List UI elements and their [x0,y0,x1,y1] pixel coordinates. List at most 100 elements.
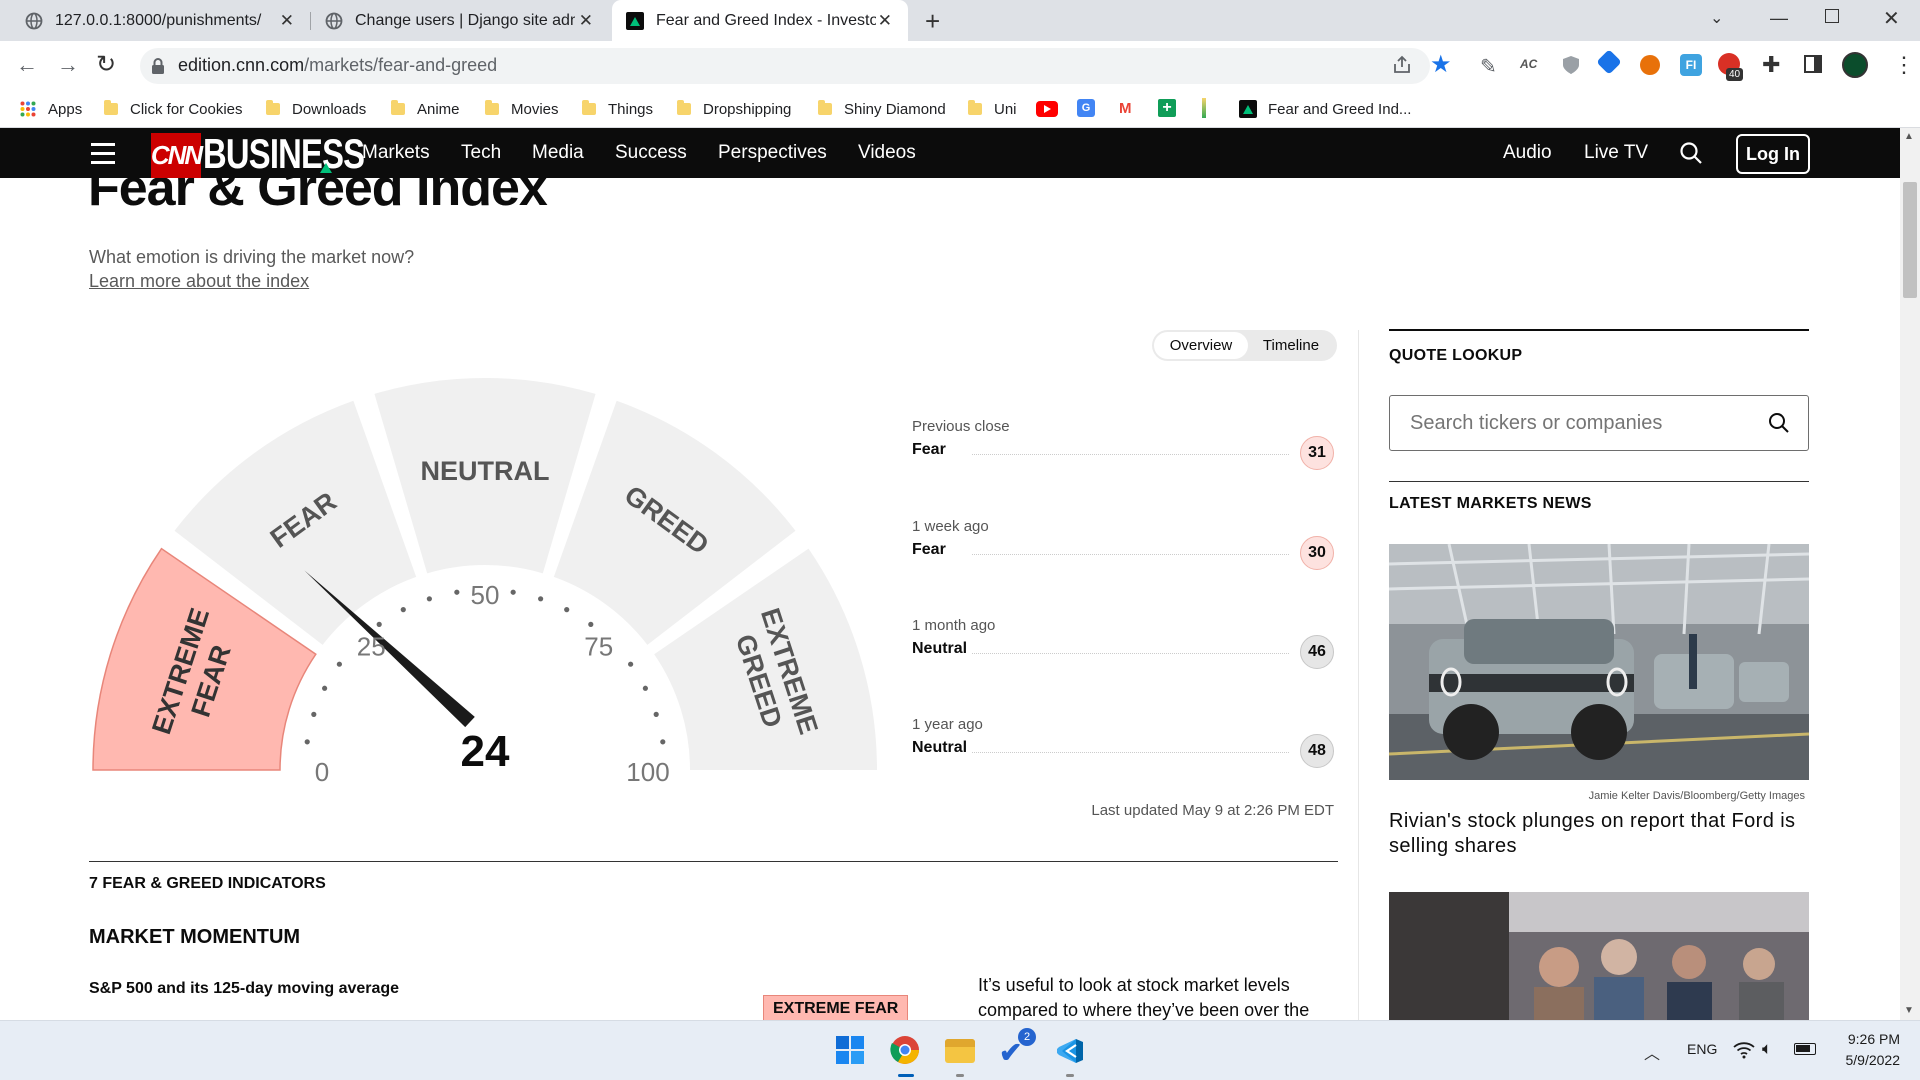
gmail-bookmark-icon[interactable]: M [1119,100,1132,117]
clock-date[interactable]: 5/9/2022 [1830,1052,1901,1068]
bookmark-fear-greed[interactable]: Fear and Greed Ind... [1239,90,1411,128]
history-rating: Fear [912,541,946,558]
nav-perspectives[interactable]: Perspectives [718,128,827,178]
bookmark-uni[interactable]: Uni [968,90,1017,128]
gauge-tick-dot [538,596,544,602]
scroll-up-arrow-icon[interactable]: ▲ [1904,131,1914,142]
windows-start-icon[interactable] [836,1036,864,1064]
nav-live-tv[interactable]: Live TV [1584,128,1648,178]
minimize-icon[interactable]: — [1770,8,1788,29]
puzzle-extensions-icon[interactable]: ✚ [1762,52,1780,78]
nav-media[interactable]: Media [532,128,584,178]
todo-badge: 2 [1018,1028,1036,1046]
gauge-tick-dot [311,711,317,717]
search-icon[interactable] [1768,412,1790,434]
globe-icon [25,12,43,29]
close-tab-icon[interactable]: ✕ [280,11,294,31]
close-tab-icon[interactable]: ✕ [579,11,593,31]
quote-search-box[interactable] [1389,395,1809,451]
volume-icon[interactable]: 🔈︎ [1762,1039,1772,1059]
bookmark-things[interactable]: Things [582,90,653,128]
business-wordmark[interactable]: BUSINESS [203,131,365,177]
new-tab-icon[interactable]: + [925,6,940,37]
close-tab-icon[interactable]: ✕ [878,11,892,31]
active-app-indicator [898,1074,914,1077]
gauge-tick-dot [588,621,594,627]
side-panel-icon[interactable] [1804,55,1822,73]
url-text[interactable]: edition.cnn.com/markets/fear-and-greed [178,55,497,76]
history-rating: Fear [912,441,946,458]
login-button[interactable]: Log In [1736,134,1810,174]
extension-badge: 40 [1726,68,1744,81]
hamburger-menu-icon[interactable] [91,141,115,165]
history-rating: Neutral [912,739,968,756]
back-icon[interactable]: ← [16,52,38,78]
browser-tab-fear-greed[interactable]: Fear and Greed Index - Investor S ✕ [612,0,908,41]
tab-overview[interactable]: Overview [1154,332,1248,359]
language-indicator[interactable]: ENG [1687,1041,1717,1057]
menu-kebab-icon[interactable]: ⋮ [1893,52,1915,78]
gauge-tick-dot [510,589,516,595]
profile-avatar[interactable] [1842,52,1868,78]
shield-extension-icon[interactable] [1562,55,1580,75]
news-photo-crowd[interactable] [1389,892,1809,1020]
segment-label-neutral: NEUTRAL [421,456,550,486]
restore-icon[interactable] [1825,9,1839,23]
nav-success[interactable]: Success [615,128,687,178]
cnn-logo[interactable]: CNN [151,133,203,178]
orange-extension-icon[interactable] [1640,55,1660,75]
reload-icon[interactable]: ↻ [96,50,116,79]
folder-icon [485,100,499,115]
window-close-icon[interactable]: ✕ [1883,6,1900,31]
bookmark-apps[interactable]: Apps [20,90,82,128]
open-app-indicator [1066,1074,1074,1077]
browser-tab-punishments[interactable]: 127.0.0.1:8000/punishments/ ✕ [0,0,310,41]
vscode-taskbar-icon[interactable] [1056,1037,1084,1065]
lock-icon[interactable] [151,57,165,75]
share-icon[interactable] [1392,55,1412,75]
bookmark-label: Uni [994,100,1017,118]
folder-icon [677,100,691,115]
dotted-leader [972,554,1289,555]
nav-tech[interactable]: Tech [461,128,501,178]
tab-search-chevron-icon[interactable]: ⌄ [1710,8,1723,28]
quote-search-input[interactable] [1410,411,1750,435]
tab-timeline[interactable]: Timeline [1248,332,1334,359]
google-translate-bookmark-icon[interactable]: G [1077,99,1095,117]
file-explorer-icon[interactable] [945,1039,975,1063]
scroll-down-arrow-icon[interactable]: ▼ [1904,1005,1914,1016]
bookmark-dropshipping[interactable]: Dropshipping [677,90,791,128]
scrollbar-thumb[interactable] [1903,182,1917,298]
bookmark-movies[interactable]: Movies [485,90,559,128]
wifi-icon[interactable] [1733,1041,1755,1059]
history-value: 48 [1300,734,1334,768]
fi-extension-icon[interactable]: FI [1680,54,1702,76]
wordmark-triangle-icon [320,163,332,173]
bookmark-anime[interactable]: Anime [391,90,460,128]
gauge-tick-75: 75 [584,631,613,661]
search-icon[interactable] [1679,141,1703,165]
bar-bookmark-icon[interactable] [1202,98,1206,118]
sheets-bookmark-icon[interactable]: + [1158,99,1176,117]
nav-audio[interactable]: Audio [1503,128,1552,178]
clock-time[interactable]: 9:26 PM [1830,1031,1900,1047]
chrome-taskbar-icon[interactable] [890,1035,920,1065]
browser-tab-django-admin[interactable]: Change users | Django site admin ✕ [311,0,609,41]
history-1-year: 1 year ago Neutral 48 [912,716,1334,772]
bookmark-click-for-cookies[interactable]: Click for Cookies [104,90,243,128]
tray-chevron-icon[interactable]: ︿ [1644,1040,1660,1064]
forward-icon[interactable]: → [57,52,79,78]
learn-more-link[interactable]: Learn more about the index [89,271,309,292]
autocomplete-extension-icon[interactable]: AC [1520,57,1537,71]
history-1-month: 1 month ago Neutral 46 [912,617,1334,673]
news-photo-rivian-factory[interactable] [1389,544,1809,780]
battery-icon[interactable] [1794,1043,1816,1055]
bookmark-star-icon[interactable]: ★ [1430,50,1452,79]
news-headline-rivian[interactable]: Rivian's stock plunges on report that Fo… [1389,809,1809,859]
eyedropper-extension-icon[interactable]: ✎ [1480,54,1497,79]
bookmark-shiny-diamond[interactable]: Shiny Diamond [818,90,946,128]
youtube-bookmark-icon[interactable] [1036,101,1058,117]
nav-markets[interactable]: Markets [362,128,430,178]
bookmark-downloads[interactable]: Downloads [266,90,366,128]
nav-videos[interactable]: Videos [858,128,916,178]
